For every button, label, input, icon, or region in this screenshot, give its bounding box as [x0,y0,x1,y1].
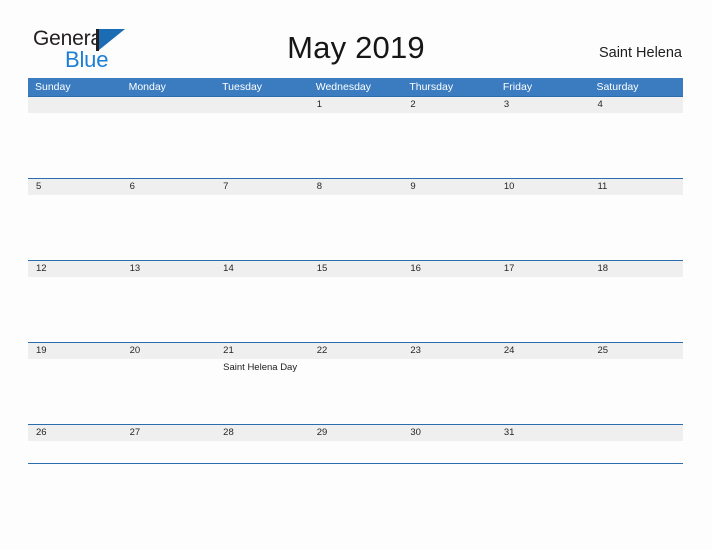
weekday-header-saturday: Saturday [596,81,639,93]
day-cell[interactable] [122,359,216,424]
day-cell[interactable] [589,113,683,178]
day-cell[interactable] [496,277,590,342]
day-number[interactable]: 6 [122,179,216,195]
day-cell[interactable] [309,441,403,463]
day-cell[interactable] [589,195,683,260]
day-cell[interactable] [589,277,683,342]
day-number[interactable]: 5 [28,179,122,195]
day-number[interactable]: 1 [309,97,403,113]
day-number[interactable]: 11 [589,179,683,195]
day-number[interactable]: 4 [589,97,683,113]
calendar-grid: Sunday Monday Tuesday Wednesday Thursday… [28,78,683,464]
day-cell[interactable] [496,113,590,178]
day-cell[interactable] [122,441,216,463]
week-day-number-band: 12 13 14 15 16 17 18 [28,261,683,277]
day-cell[interactable] [309,277,403,342]
day-number[interactable]: 13 [122,261,216,277]
day-number[interactable]: 24 [496,343,590,359]
day-number[interactable]: 12 [28,261,122,277]
day-cell[interactable] [589,441,683,463]
day-cell[interactable] [496,441,590,463]
week-event-band [28,441,683,463]
day-cell[interactable] [28,195,122,260]
day-cell[interactable] [122,277,216,342]
week-day-number-band: 1 2 3 4 [28,97,683,113]
day-cell[interactable] [215,113,309,178]
day-number[interactable]: 7 [215,179,309,195]
day-number[interactable]: 25 [589,343,683,359]
week-event-band [28,277,683,342]
calendar-week-row: 19 20 21 22 23 24 25 Saint Helena Day [28,342,683,424]
calendar-week-row: 1 2 3 4 [28,96,683,178]
day-cell[interactable] [402,441,496,463]
day-number[interactable] [122,97,216,113]
calendar-page: General Blue May 2019 Saint Helena Sunda… [0,0,712,550]
week-day-number-band: 19 20 21 22 23 24 25 [28,343,683,359]
day-number[interactable]: 14 [215,261,309,277]
calendar-week-row: 26 27 28 29 30 31 [28,424,683,464]
day-number[interactable]: 21 [215,343,309,359]
day-number[interactable]: 27 [122,425,216,441]
day-number[interactable]: 18 [589,261,683,277]
day-cell[interactable] [28,359,122,424]
location-label: Saint Helena [598,45,682,61]
day-cell[interactable] [309,359,403,424]
day-number[interactable]: 16 [402,261,496,277]
day-cell[interactable] [215,277,309,342]
day-cell[interactable] [309,113,403,178]
week-event-band [28,113,683,178]
day-number[interactable]: 19 [28,343,122,359]
day-number[interactable]: 23 [402,343,496,359]
week-day-number-band: 26 27 28 29 30 31 [28,425,683,441]
day-cell[interactable] [28,113,122,178]
day-cell[interactable] [402,195,496,260]
day-number[interactable]: 2 [402,97,496,113]
week-day-number-band: 5 6 7 8 9 10 11 [28,179,683,195]
day-number[interactable]: 22 [309,343,403,359]
day-number[interactable]: 15 [309,261,403,277]
day-number[interactable]: 9 [402,179,496,195]
day-cell[interactable] [496,195,590,260]
day-number[interactable] [215,97,309,113]
day-cell[interactable] [122,113,216,178]
day-number[interactable]: 29 [309,425,403,441]
calendar-week-row: 12 13 14 15 16 17 18 [28,260,683,342]
day-cell[interactable] [402,113,496,178]
day-cell[interactable] [402,359,496,424]
day-cell[interactable] [215,195,309,260]
week-event-band: Saint Helena Day [28,359,683,424]
day-number[interactable]: 28 [215,425,309,441]
day-cell[interactable] [402,277,496,342]
day-number[interactable]: 20 [122,343,216,359]
day-number[interactable]: 3 [496,97,590,113]
day-cell[interactable] [28,441,122,463]
weekday-header-row: Sunday Monday Tuesday Wednesday Thursday… [28,78,683,96]
weekday-header-wednesday: Wednesday [315,81,371,93]
weekday-header-tuesday: Tuesday [222,81,263,93]
day-number[interactable]: 17 [496,261,590,277]
weekday-header-friday: Friday [502,81,533,93]
day-number[interactable]: 31 [496,425,590,441]
day-number[interactable]: 26 [28,425,122,441]
weekday-header-sunday: Sunday [35,81,71,93]
weekday-header-monday: Monday [128,81,166,93]
day-number[interactable] [589,425,683,441]
day-cell[interactable] [589,359,683,424]
day-cell[interactable] [28,277,122,342]
day-number[interactable]: 8 [309,179,403,195]
page-header: General Blue May 2019 Saint Helena [0,0,712,76]
week-event-band [28,195,683,260]
weekday-header-thursday: Thursday [409,81,454,93]
day-number[interactable] [28,97,122,113]
holiday-label: Saint Helena Day [223,362,298,373]
day-cell[interactable] [309,195,403,260]
calendar-week-row: 5 6 7 8 9 10 11 [28,178,683,260]
day-cell-holiday[interactable]: Saint Helena Day [215,359,309,424]
day-cell[interactable] [215,441,309,463]
day-cell[interactable] [496,359,590,424]
day-number[interactable]: 10 [496,179,590,195]
day-cell[interactable] [122,195,216,260]
day-number[interactable]: 30 [402,425,496,441]
